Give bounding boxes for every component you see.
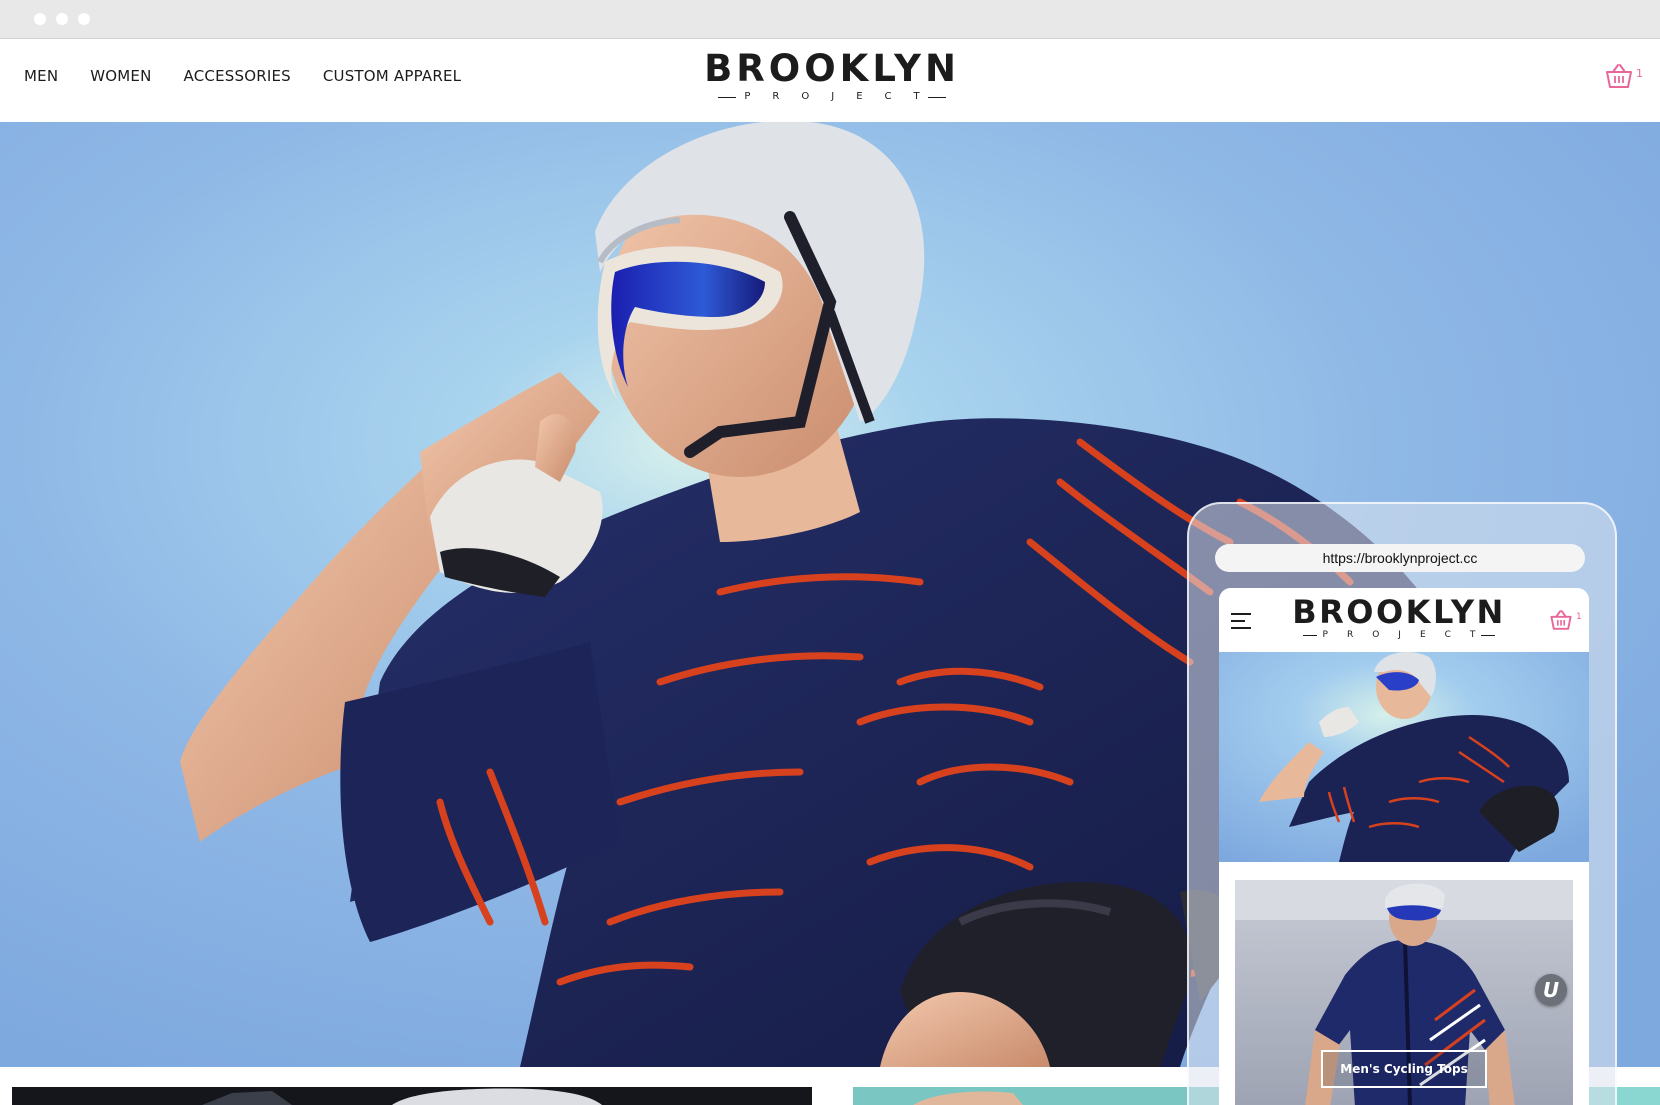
mobile-logo-wordmark: BROOKLYN bbox=[1292, 593, 1506, 631]
mobile-cart-button[interactable]: 1 bbox=[1549, 608, 1585, 634]
mobile-screen: BROOKLYN PROJECT 1 Men's Cycling Tops bbox=[1219, 588, 1589, 1105]
mobile-logo-subline: PROJECT bbox=[1283, 630, 1515, 641]
mobile-logo-subtitle: PROJECT bbox=[1322, 630, 1495, 640]
mobile-hero-illustration bbox=[1219, 652, 1589, 862]
basket-icon bbox=[1550, 610, 1572, 630]
site-header: MEN WOMEN ACCESSORIES CUSTOM APPAREL BRO… bbox=[0, 39, 1660, 122]
browser-chrome bbox=[0, 0, 1660, 39]
mobile-preview: https://brooklynproject.cc BROOKLYN PROJ… bbox=[1187, 502, 1617, 1105]
logo-rule-left bbox=[718, 96, 737, 98]
category-tile-1[interactable] bbox=[12, 1087, 812, 1105]
logo-subline: PROJECT bbox=[696, 91, 968, 103]
cart-count-badge: 1 bbox=[1636, 67, 1643, 80]
basket-icon bbox=[1606, 64, 1632, 88]
nav-item-women[interactable]: WOMEN bbox=[90, 67, 151, 85]
site-logo[interactable]: BROOKLYN PROJECT bbox=[696, 49, 968, 111]
mobile-url-bar[interactable]: https://brooklynproject.cc bbox=[1215, 544, 1585, 572]
window-maximize-dot[interactable] bbox=[78, 13, 90, 25]
logo-subtitle: PROJECT bbox=[744, 91, 942, 102]
logo-rule-right bbox=[927, 96, 946, 98]
main-nav: MEN WOMEN ACCESSORIES CUSTOM APPAREL bbox=[24, 67, 461, 85]
mens-cycling-tops-card[interactable]: Men's Cycling Tops bbox=[1235, 880, 1573, 1105]
window-close-dot[interactable] bbox=[34, 13, 46, 25]
mens-cycling-tops-label: Men's Cycling Tops bbox=[1321, 1050, 1487, 1088]
u-badge-icon[interactable]: U bbox=[1535, 974, 1567, 1006]
hamburger-menu-icon[interactable] bbox=[1231, 610, 1253, 630]
tile-image-1 bbox=[12, 1087, 812, 1105]
mobile-header: BROOKLYN PROJECT 1 bbox=[1219, 588, 1589, 652]
mobile-cart-count: 1 bbox=[1576, 612, 1582, 622]
mobile-hero-image[interactable] bbox=[1219, 652, 1589, 862]
mobile-logo[interactable]: BROOKLYN PROJECT bbox=[1283, 594, 1515, 641]
nav-item-men[interactable]: MEN bbox=[24, 67, 58, 85]
nav-item-accessories[interactable]: ACCESSORIES bbox=[184, 67, 291, 85]
window-minimize-dot[interactable] bbox=[56, 13, 68, 25]
logo-wordmark: BROOKLYN bbox=[704, 47, 960, 90]
cart-button[interactable]: 1 bbox=[1604, 61, 1650, 95]
nav-item-custom-apparel[interactable]: CUSTOM APPAREL bbox=[323, 67, 461, 85]
